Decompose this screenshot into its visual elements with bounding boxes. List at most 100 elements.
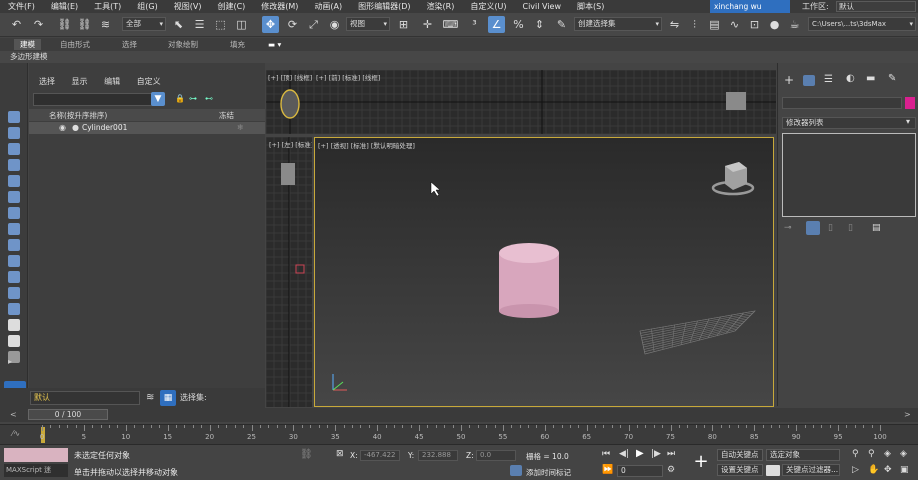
explorer-search-input[interactable] xyxy=(33,93,161,106)
zoom-all-icon[interactable]: ⚲ xyxy=(868,449,875,459)
prev-frame-icon[interactable]: < xyxy=(10,410,17,419)
workspace-select[interactable]: 默认 xyxy=(836,1,916,12)
maximize-viewport-icon[interactable]: ▣ xyxy=(900,465,909,475)
display-xrefs-icon[interactable] xyxy=(8,239,20,251)
modifier-stack[interactable] xyxy=(782,133,916,217)
next-key-icon[interactable]: |▶ xyxy=(651,449,661,459)
object-name[interactable]: Cylinder001 xyxy=(82,123,127,132)
material-editor-icon[interactable]: ● xyxy=(766,16,783,33)
display-none-icon[interactable] xyxy=(8,319,20,331)
time-config-icon[interactable]: ⚙ xyxy=(667,465,675,475)
keyboard-shortcut-icon[interactable]: ⌨ xyxy=(442,16,459,33)
curve-editor-icon[interactable]: ∿ xyxy=(726,16,743,33)
set-key-plus-icon[interactable]: + xyxy=(690,449,712,475)
select-rotate-icon[interactable]: ⟳ xyxy=(284,16,301,33)
viewport-top[interactable]: [+] [顶] [线框] [+] [前] [标准] [线框] xyxy=(266,70,776,134)
unlink-icon[interactable]: ⛓ xyxy=(76,16,93,33)
select-move-icon[interactable]: ✥ xyxy=(262,16,279,33)
layer-select[interactable]: 默认 xyxy=(30,391,140,405)
time-slider-thumb[interactable]: 0 / 100 xyxy=(28,409,108,420)
auto-key-button[interactable]: 自动关键点 xyxy=(717,449,763,461)
maxscript-listener-input[interactable] xyxy=(4,448,68,462)
modifier-list-select[interactable]: 修改器列表 xyxy=(782,117,916,129)
selection-filter-select[interactable]: 全部 xyxy=(122,17,166,31)
redo-icon[interactable]: ↷ xyxy=(30,16,47,33)
display-space-warps-icon[interactable] xyxy=(8,207,20,219)
viewport-left-label[interactable]: [+] [左] [标准] xyxy=(269,139,312,149)
object-name-field[interactable] xyxy=(782,97,902,109)
prev-key-icon[interactable]: ◀| xyxy=(619,449,629,459)
display-invert-icon[interactable] xyxy=(8,335,20,347)
menu-animation[interactable]: 动画(A) xyxy=(306,0,350,13)
snap-3d-icon[interactable]: ³ xyxy=(466,16,483,33)
maxscript-label[interactable]: MAXScript 迷 xyxy=(4,464,68,477)
menu-modifiers[interactable]: 修改器(M) xyxy=(253,0,306,13)
angle-snap-icon[interactable]: ∠ xyxy=(488,16,505,33)
spinner-snap-icon[interactable]: ⇕ xyxy=(531,16,548,33)
key-mode-icon[interactable]: ⏩ xyxy=(602,465,613,475)
selection-set-icon[interactable]: ▦ xyxy=(160,390,176,406)
table-row[interactable]: ◉ ● Cylinder001 ❄ xyxy=(29,122,265,134)
select-object-icon[interactable]: ⬉ xyxy=(170,16,187,33)
freeze-icon[interactable]: ❄ xyxy=(237,123,244,132)
show-end-result-icon[interactable] xyxy=(806,221,820,235)
key-filter-icon[interactable] xyxy=(766,465,780,476)
column-name-header[interactable]: 名称(按升序排序) xyxy=(49,110,107,121)
pan-icon[interactable]: ✋ xyxy=(868,465,879,475)
select-scale-icon[interactable]: ⤢ xyxy=(305,16,322,33)
display-cameras-icon[interactable] xyxy=(8,175,20,187)
layer-hierarchy-icon[interactable]: ⊷ xyxy=(205,94,213,103)
pin-stack-icon[interactable]: ⊸ xyxy=(784,223,792,233)
z-coordinate-field[interactable]: 0.0 xyxy=(476,450,516,461)
absolute-mode-icon[interactable]: ⊠ xyxy=(336,449,344,459)
layer-explorer-icon[interactable]: ▤ xyxy=(706,16,723,33)
isolate-icon[interactable]: ⛓ xyxy=(300,449,313,460)
named-selection-select[interactable]: 创建选择集 xyxy=(574,17,662,31)
viewport-front-label[interactable]: [+] [前] [标准] [线框] xyxy=(316,72,380,82)
menu-civil-view[interactable]: Civil View xyxy=(514,0,569,13)
select-by-name-icon[interactable]: ☰ xyxy=(191,16,208,33)
reference-coord-select[interactable]: 视图 xyxy=(346,17,390,31)
selected-object-select[interactable]: 选定对象 xyxy=(766,449,840,461)
menu-customize[interactable]: 自定义(U) xyxy=(462,0,514,13)
zoom-icon[interactable]: ⚲ xyxy=(852,449,859,459)
x-coordinate-field[interactable]: -467.422 xyxy=(360,450,400,461)
current-frame-field[interactable]: 0 xyxy=(617,465,663,477)
pivot-center-icon[interactable]: ⊞ xyxy=(395,16,412,33)
expand-arrow-icon[interactable]: ▸ xyxy=(8,357,12,366)
polygon-modeling-label[interactable]: 多边形建模 xyxy=(10,51,48,63)
ribbon-options-icon[interactable]: ▬ ▾ xyxy=(262,39,287,50)
display-frozen-icon[interactable] xyxy=(8,287,20,299)
viewport-perspective[interactable]: [+] [透视] [标准] [默认明暗处理] xyxy=(314,137,774,407)
menu-group[interactable]: 组(G) xyxy=(129,0,165,13)
tab-selection[interactable]: 选择 xyxy=(116,39,143,50)
explorer-menu-display[interactable]: 显示 xyxy=(72,76,88,87)
chevron-down-icon[interactable]: ▾ xyxy=(906,117,910,126)
hierarchy-icon[interactable]: ⊶ xyxy=(189,94,197,103)
tab-populate[interactable]: 填充 xyxy=(224,39,251,50)
manipulate-icon[interactable]: ✛ xyxy=(419,16,436,33)
user-account-button[interactable]: xinchang wu xyxy=(710,0,790,13)
tab-object-paint[interactable]: 对象绘制 xyxy=(162,39,204,50)
viewport-left[interactable]: [+] [左] [标准] xyxy=(266,137,312,407)
menu-create[interactable]: 创建(C) xyxy=(209,0,253,13)
align-icon[interactable]: ⫶ xyxy=(686,16,703,33)
add-time-tag-button[interactable]: 添加时间标记 xyxy=(526,467,571,478)
display-lights-icon[interactable] xyxy=(8,159,20,171)
edit-named-sets-icon[interactable]: ✎ xyxy=(553,16,570,33)
y-coordinate-field[interactable]: 232.888 xyxy=(418,450,458,461)
menu-file[interactable]: 文件(F) xyxy=(0,0,43,13)
viewport-perspective-label[interactable]: [+] [透视] [标准] [默认明暗处理] xyxy=(318,140,415,150)
go-to-start-icon[interactable]: ⏮ xyxy=(602,449,610,459)
filter-active-icon[interactable]: ▼ xyxy=(151,92,165,106)
lock-icon[interactable]: 🔒 xyxy=(175,94,185,103)
tab-modeling[interactable]: 建模 xyxy=(14,39,41,50)
percent-snap-icon[interactable]: % xyxy=(510,16,527,33)
track-bar[interactable]: ⁄∿ 0 5 10 15 20 25 30 35 40 45 50 55 60 65 70 75 80 85 90 9… xyxy=(0,424,918,444)
display-bones-icon[interactable] xyxy=(8,255,20,267)
render-icon[interactable]: ☕ xyxy=(786,16,803,33)
display-all-icon[interactable] xyxy=(8,111,20,123)
project-path-field[interactable]: C:\Users\...ts\3dsMax xyxy=(808,17,916,31)
display-geometry-icon[interactable] xyxy=(8,127,20,139)
motion-tab-icon[interactable]: ◐ xyxy=(846,73,855,84)
